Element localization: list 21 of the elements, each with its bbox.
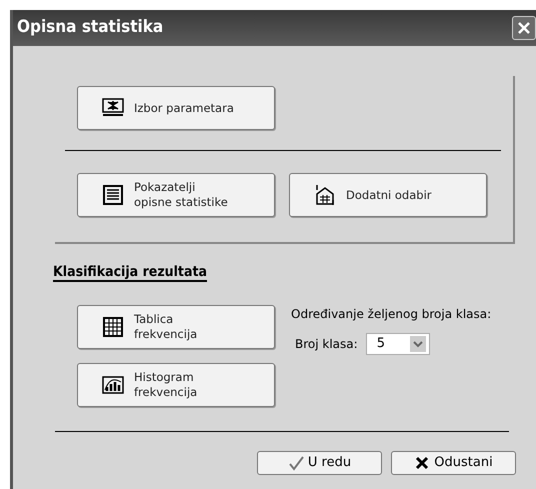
cross-icon — [414, 455, 430, 471]
section-heading: Klasifikacija rezultata — [53, 264, 207, 282]
check-icon — [288, 455, 304, 471]
dialog-button[interactable]: U redu — [257, 451, 382, 475]
prompt-text: Određivanje željenog broja klasa: — [291, 306, 492, 323]
bar-chart-icon — [102, 374, 124, 396]
command-button[interactable]: Tablica frekvencija — [77, 305, 275, 349]
class-count-dropdown[interactable]: 5 — [366, 333, 430, 355]
monitor-icon — [102, 97, 124, 119]
command-button[interactable]: Izbor parametara — [77, 86, 275, 130]
command-button[interactable]: Dodatni odabir — [289, 173, 487, 217]
close-button[interactable] — [512, 16, 536, 40]
grid-icon — [102, 316, 124, 338]
list-icon — [102, 184, 124, 206]
command-button[interactable]: Pokazatelji opisne statistike — [77, 173, 275, 217]
class-count-label: Broj klasa: — [295, 336, 358, 353]
dialog-button[interactable]: Odustani — [391, 451, 516, 475]
house-icon — [314, 184, 336, 206]
close-icon — [517, 21, 531, 35]
command-button[interactable]: Histogram frekvencija — [77, 363, 275, 407]
window-title: Opisna statistika — [17, 16, 164, 40]
